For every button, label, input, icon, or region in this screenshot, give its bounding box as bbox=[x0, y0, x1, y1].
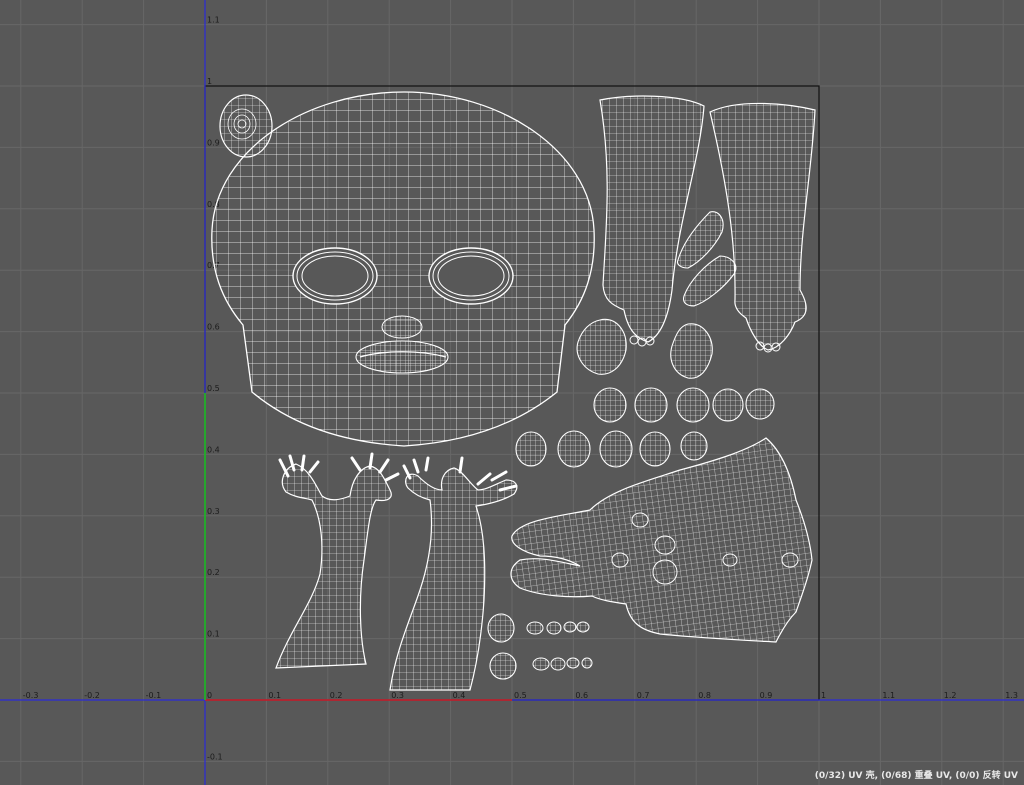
uv-shell-ear-left[interactable] bbox=[576, 318, 627, 375]
x-tick-label: 0.1 bbox=[268, 691, 281, 700]
uv-shell-leg-right[interactable] bbox=[709, 102, 816, 353]
uv-shell-small-parts[interactable] bbox=[487, 613, 593, 680]
x-tick-label: 0.2 bbox=[330, 691, 343, 700]
x-tick-label: -0.3 bbox=[23, 691, 39, 700]
uv-shell-leg-left[interactable] bbox=[599, 95, 705, 347]
x-tick-label: 0.7 bbox=[637, 691, 650, 700]
uv-shells[interactable] bbox=[211, 91, 816, 691]
x-tick-label: 0.6 bbox=[575, 691, 588, 700]
x-tick-label: -0.2 bbox=[84, 691, 100, 700]
y-tick-label: 0.2 bbox=[207, 568, 220, 577]
y-tick-label: 0.4 bbox=[207, 445, 220, 454]
uv-canvas[interactable]: -0.3 -0.2 -0.1 0 0.1 0.2 0.3 0.4 0.5 0.6 0.7 0.8 0.9… bbox=[0, 0, 1024, 785]
uv-editor-viewport[interactable]: -0.3 -0.2 -0.1 0 0.1 0.2 0.3 0.4 0.5 0.6 0.7 0.8 0.9… bbox=[0, 0, 1024, 785]
x-tick-label: 0.9 bbox=[760, 691, 773, 700]
x-tick-label: 1.3 bbox=[1005, 691, 1018, 700]
x-tick-label: 0 bbox=[207, 691, 212, 700]
uv-status-readout: (0/32) UV 壳, (0/68) 重叠 UV, (0/0) 反转 UV bbox=[814, 771, 1018, 781]
y-tick-label: 1.1 bbox=[207, 16, 220, 25]
uv-shell-body[interactable] bbox=[510, 437, 813, 643]
y-tick-label: 0.6 bbox=[207, 323, 220, 332]
uv-shell-arm-left[interactable] bbox=[275, 452, 400, 669]
x-tick-label: 0.5 bbox=[514, 691, 527, 700]
x-tick-label: 1.1 bbox=[882, 691, 895, 700]
x-tick-label: 1.2 bbox=[944, 691, 957, 700]
x-tick-label: 0.3 bbox=[391, 691, 404, 700]
y-tick-label: 0.9 bbox=[207, 138, 220, 147]
x-tick-label: 0.4 bbox=[453, 691, 466, 700]
x-tick-label: 0.8 bbox=[698, 691, 711, 700]
uv-shell-teeth-lower[interactable] bbox=[515, 430, 708, 468]
y-tick-label: 0.5 bbox=[207, 384, 220, 393]
y-tick-label: 1 bbox=[207, 77, 212, 86]
x-tick-label: 1 bbox=[821, 691, 826, 700]
uv-shell-face[interactable] bbox=[211, 91, 595, 447]
y-tick-label: 0.3 bbox=[207, 507, 220, 516]
x-tick-label: -0.1 bbox=[146, 691, 162, 700]
y-tick-label: -0.1 bbox=[207, 752, 223, 761]
y-tick-label: 0.1 bbox=[207, 630, 220, 639]
